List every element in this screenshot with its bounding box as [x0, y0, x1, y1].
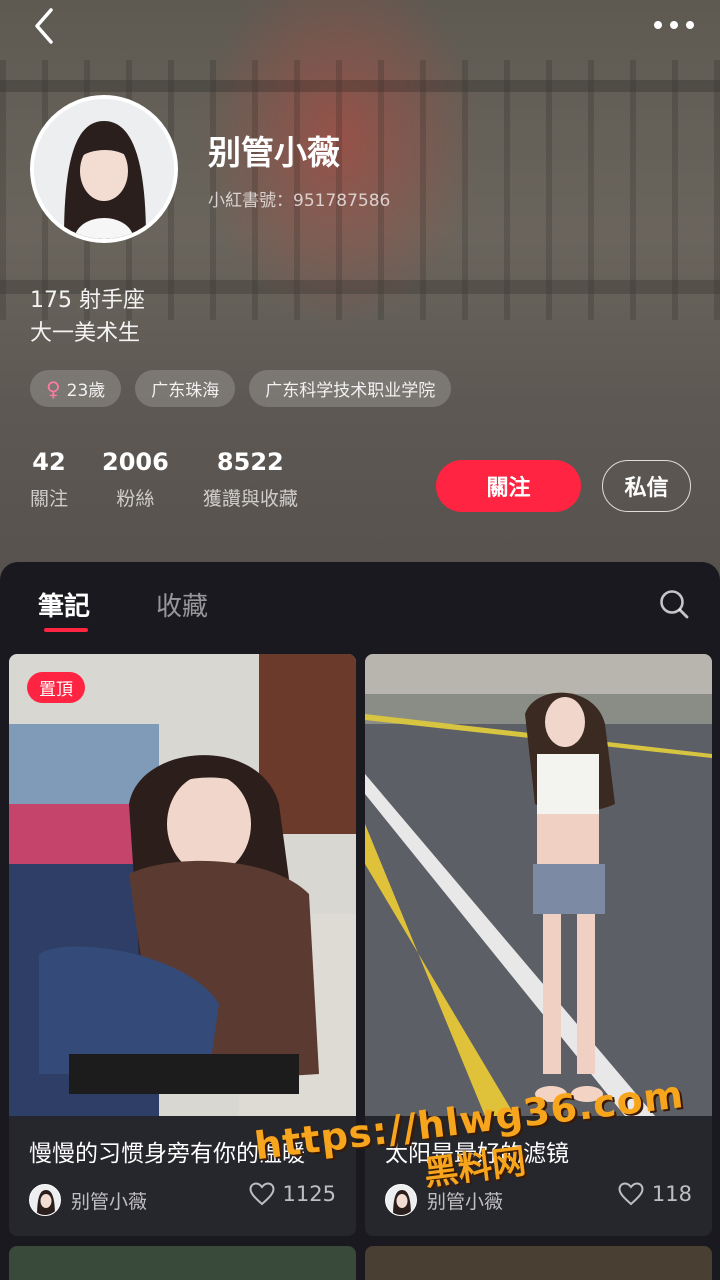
tab-bar: 筆記 收藏: [0, 562, 720, 646]
likes-count: 8522: [216, 448, 284, 476]
school-label: 广东科学技术职业学院: [265, 381, 436, 401]
school-tag: 广东科学技术职业学院: [249, 370, 452, 407]
like-count: 118: [651, 1182, 692, 1206]
back-arrow-icon: [35, 8, 53, 44]
note-cover-image: [365, 654, 712, 1116]
age-label: 23歲: [66, 381, 106, 401]
username: 别管小薇: [208, 133, 340, 172]
note-cover-photo: [9, 654, 356, 1116]
author-name: 别管小薇: [71, 1190, 148, 1213]
tab-collections[interactable]: 收藏: [156, 586, 208, 623]
location-label: 广东珠海: [151, 381, 220, 401]
back-button[interactable]: [22, 4, 66, 48]
note-author[interactable]: 别管小薇: [29, 1184, 147, 1216]
user-id: 小紅書號：951787586: [208, 191, 391, 211]
active-tab-indicator: [44, 628, 88, 632]
note-card-partial[interactable]: [365, 1246, 712, 1280]
following-count: 42: [32, 448, 66, 476]
pinned-badge: 置頂: [27, 672, 85, 703]
tab-notes[interactable]: 筆記: [38, 586, 90, 623]
search-button[interactable]: [658, 588, 690, 620]
avatar-portrait: [34, 99, 174, 239]
following-label: 關注: [30, 488, 69, 510]
note-cover-photo: [365, 654, 712, 1116]
female-icon: ♀: [46, 376, 61, 401]
followers-label: 粉絲: [116, 488, 155, 510]
age-tag: ♀ 23歲: [30, 370, 122, 407]
followers-stat[interactable]: 2006 粉絲: [102, 448, 169, 511]
likes-stat[interactable]: 8522 獲讚與收藏: [203, 448, 298, 511]
profile-header: 别管小薇 小紅書號：951787586 175 射手座 大一美术生 ♀ 23歲 …: [0, 0, 720, 580]
profile-stats: 42 關注 2006 粉絲 8522 獲讚與收藏: [30, 448, 332, 511]
note-card-partial[interactable]: [9, 1246, 356, 1280]
bio-line: 大一美术生: [30, 321, 141, 346]
bio: 175 射手座 大一美术生: [30, 284, 145, 350]
note-cover-image: 置頂: [9, 654, 356, 1116]
bio-line: 175 射手座: [30, 288, 145, 313]
followers-count: 2006: [102, 448, 169, 476]
profile-tags: ♀ 23歲 广东珠海 广东科学技术职业学院: [30, 370, 452, 407]
likes-label: 獲讚與收藏: [202, 488, 298, 510]
message-button[interactable]: 私信: [602, 460, 691, 512]
avatar[interactable]: [30, 95, 178, 243]
location-tag: 广东珠海: [135, 370, 236, 407]
author-avatar: [29, 1184, 61, 1216]
follow-button[interactable]: 關注: [436, 460, 581, 512]
search-icon: [660, 590, 689, 619]
like-button[interactable]: 118: [618, 1182, 692, 1206]
more-button[interactable]: [648, 10, 700, 40]
heart-icon: [618, 1182, 644, 1206]
following-stat[interactable]: 42 關注: [30, 448, 68, 511]
more-dots-icon: [654, 21, 694, 29]
